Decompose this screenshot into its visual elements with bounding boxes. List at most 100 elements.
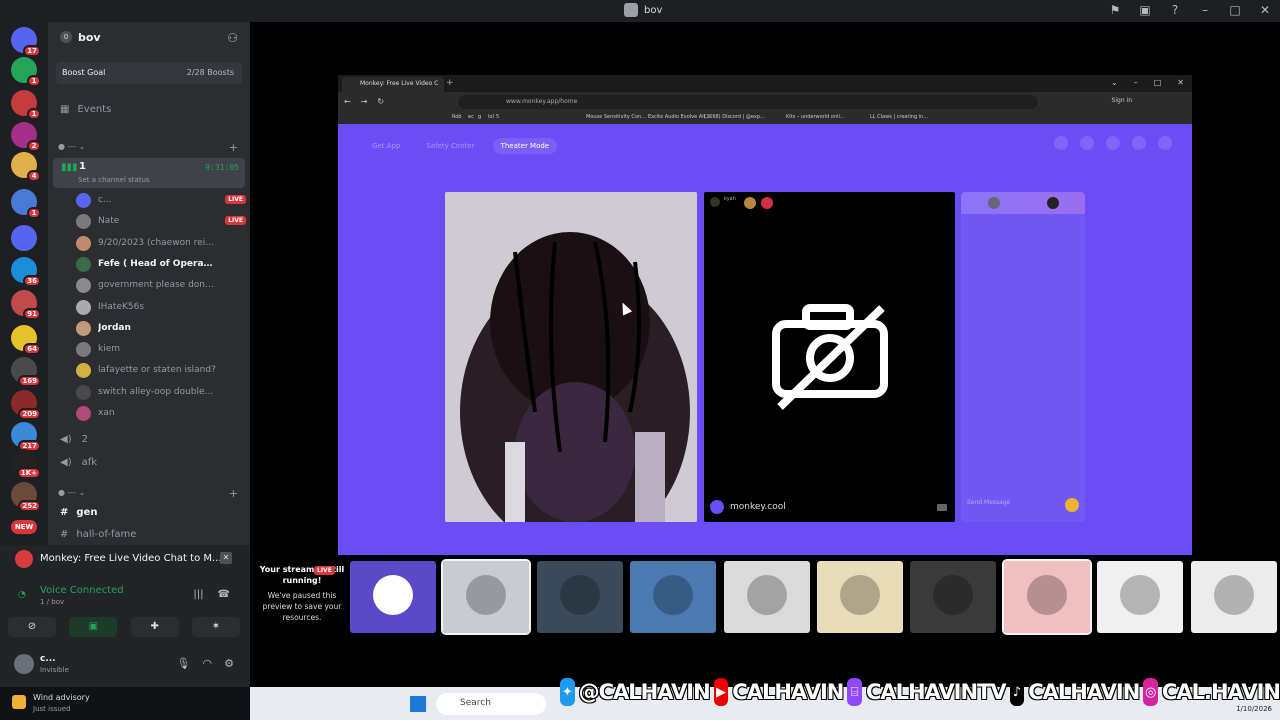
voice-member[interactable]: c... LIVE	[76, 190, 246, 210]
gift-icon[interactable]	[1065, 498, 1079, 512]
category-header[interactable]: ● --- ⌄	[58, 488, 85, 497]
stream-thumbnail[interactable]	[1001, 559, 1092, 635]
bookmark-item[interactable]: LL Claws | creating in...	[870, 114, 928, 120]
bookmark-item[interactable]: g	[478, 114, 481, 120]
maximize-button[interactable]: □	[1154, 78, 1162, 87]
close-activity-icon[interactable]: ✕	[220, 552, 232, 564]
send-message-input[interactable]: Send Message	[967, 499, 1010, 506]
voice-member[interactable]: Fefe ( Head of Operations)	[76, 254, 246, 274]
noise-suppression-icon[interactable]: |||	[193, 589, 203, 600]
voice-channel-active[interactable]: ▮▮▮ 1 Set a channel status 9:31:05	[53, 158, 245, 188]
get-app-link[interactable]: Get App	[364, 138, 408, 154]
voice-member[interactable]: lafayette or staten island?	[76, 360, 246, 380]
server-icon[interactable]: 4	[11, 152, 41, 182]
weather-widget[interactable]: Wind advisory Just issued	[0, 687, 250, 720]
voice-member[interactable]: IHateK56s	[76, 297, 246, 317]
minimize-button[interactable]: –	[1198, 3, 1212, 17]
voice-channel-2[interactable]: ◀) 2	[60, 434, 88, 445]
new-tab-icon[interactable]: +	[446, 78, 454, 88]
bookmark-item[interactable]: Rob	[452, 114, 461, 120]
windows-start-icon[interactable]	[410, 696, 426, 712]
server-icon[interactable]: 217	[11, 422, 41, 452]
close-button[interactable]: ✕	[1258, 3, 1272, 17]
back-icon[interactable]: ←	[344, 97, 351, 106]
maximize-button[interactable]: □	[1228, 3, 1242, 17]
messages-icon[interactable]	[1132, 136, 1146, 150]
stream-thumbnail[interactable]	[630, 561, 717, 633]
server-icon[interactable]	[11, 225, 37, 251]
stream-thumbnail[interactable]	[817, 561, 903, 633]
voice-channel-afk[interactable]: ◀) afk	[60, 457, 97, 468]
screen-share-icon[interactable]: ▣	[1138, 3, 1152, 17]
stream-thumbnail[interactable]	[1097, 561, 1184, 633]
new-badge[interactable]: NEW	[11, 520, 37, 534]
server-icon[interactable]: 1	[11, 57, 41, 87]
server-icon[interactable]: 36	[11, 257, 41, 287]
user-avatar[interactable]	[14, 654, 34, 674]
chat-peer-avatar[interactable]	[1047, 197, 1059, 209]
soundboard-button[interactable]: ✶	[191, 617, 240, 637]
profile-icon[interactable]	[1158, 136, 1172, 150]
user-name[interactable]: c...	[40, 654, 56, 664]
tab-search-icon[interactable]: ⌄	[1111, 78, 1118, 87]
microphone-icon[interactable]: 🎙︎	[177, 657, 191, 670]
events-item[interactable]: ▦ Events	[60, 104, 111, 115]
stream-thumbnail[interactable]	[536, 561, 623, 633]
voice-member[interactable]: xan	[76, 403, 246, 423]
stream-thumbnail[interactable]	[910, 561, 997, 633]
reload-icon[interactable]: ↻	[377, 97, 384, 106]
stream-thumbnail[interactable]	[723, 561, 810, 633]
bookmark-item[interactable]: (3668) Discord | @exp...	[704, 114, 765, 120]
taskbar-search[interactable]: Search	[436, 693, 546, 715]
activity-title[interactable]: Monkey: Free Live Video Chat to M...	[40, 553, 222, 564]
bookmark-item[interactable]: 5	[496, 114, 499, 120]
server-header[interactable]: 0 bov ⚇	[48, 22, 250, 54]
voice-connected-label[interactable]: Voice Connected	[40, 585, 124, 596]
text-channel-gen[interactable]: # gen	[60, 507, 97, 518]
voice-member[interactable]: government please don't ...	[76, 275, 246, 295]
voice-member[interactable]: Nate LIVE	[76, 211, 246, 231]
captions-icon[interactable]	[937, 504, 947, 511]
server-icon[interactable]: 2	[11, 122, 41, 152]
disconnect-icon[interactable]: ☎	[218, 589, 230, 600]
bookmark-item[interactable]: lol	[488, 114, 494, 120]
server-icon[interactable]: 209	[11, 390, 41, 420]
close-button[interactable]: ✕	[1177, 78, 1184, 87]
bookmark-item[interactable]: ec	[468, 114, 474, 120]
address-bar[interactable]: www.monkey.app/home	[458, 95, 1038, 109]
chat-user-avatar[interactable]	[988, 197, 1000, 209]
server-icon[interactable]: 91	[11, 290, 41, 320]
add-channel-icon[interactable]: +	[229, 141, 238, 154]
inbox-icon[interactable]: ⚑	[1108, 3, 1122, 17]
server-icon[interactable]: 252	[11, 482, 41, 512]
theater-mode-button[interactable]: Theater Mode	[492, 138, 558, 154]
voice-member[interactable]: Jordan	[76, 318, 246, 338]
server-icon[interactable]: 169	[11, 357, 41, 387]
server-icon[interactable]: 1	[11, 90, 41, 120]
help-icon[interactable]: ?	[1168, 3, 1182, 17]
history-icon[interactable]	[1106, 136, 1120, 150]
server-icon[interactable]: 1K+	[11, 449, 41, 479]
voice-member[interactable]: switch alley-oop double mct...	[76, 382, 246, 402]
server-name[interactable]: bov	[78, 31, 101, 44]
stream-thumbnail[interactable]	[1190, 561, 1277, 633]
bookmark-item[interactable]: Mouse Sensitivity Con...	[586, 114, 646, 120]
sign-in-button[interactable]: Sign in	[1112, 97, 1132, 104]
forward-icon[interactable]: →	[361, 97, 368, 106]
minimize-button[interactable]: –	[1134, 78, 1138, 87]
screen-share-button[interactable]: ▣	[69, 617, 118, 637]
gem-icon[interactable]	[1080, 136, 1094, 150]
stream-thumbnail[interactable]	[350, 561, 436, 633]
server-icon[interactable]: 1	[11, 189, 41, 219]
voice-connected-channel[interactable]: 1 / bov	[40, 598, 64, 606]
activities-button[interactable]: ✚	[130, 617, 179, 637]
stream-thumbnail[interactable]	[441, 559, 532, 635]
settings-gear-icon[interactable]: ⚙	[224, 657, 234, 670]
bookmark-item[interactable]: Excite Audio Evolve All...	[648, 114, 710, 120]
browser-tab[interactable]: Monkey: Free Live Video C	[342, 77, 444, 92]
category-header[interactable]: ● --- ⌄	[58, 142, 85, 151]
channel-status[interactable]: Set a channel status	[78, 176, 150, 184]
text-channel-hall-of-fame[interactable]: # hall-of-fame	[60, 529, 136, 540]
invite-icon[interactable]: ⚇	[227, 31, 238, 45]
boost-goal-bar[interactable]: Boost Goal 2/28 Boosts	[56, 62, 242, 84]
